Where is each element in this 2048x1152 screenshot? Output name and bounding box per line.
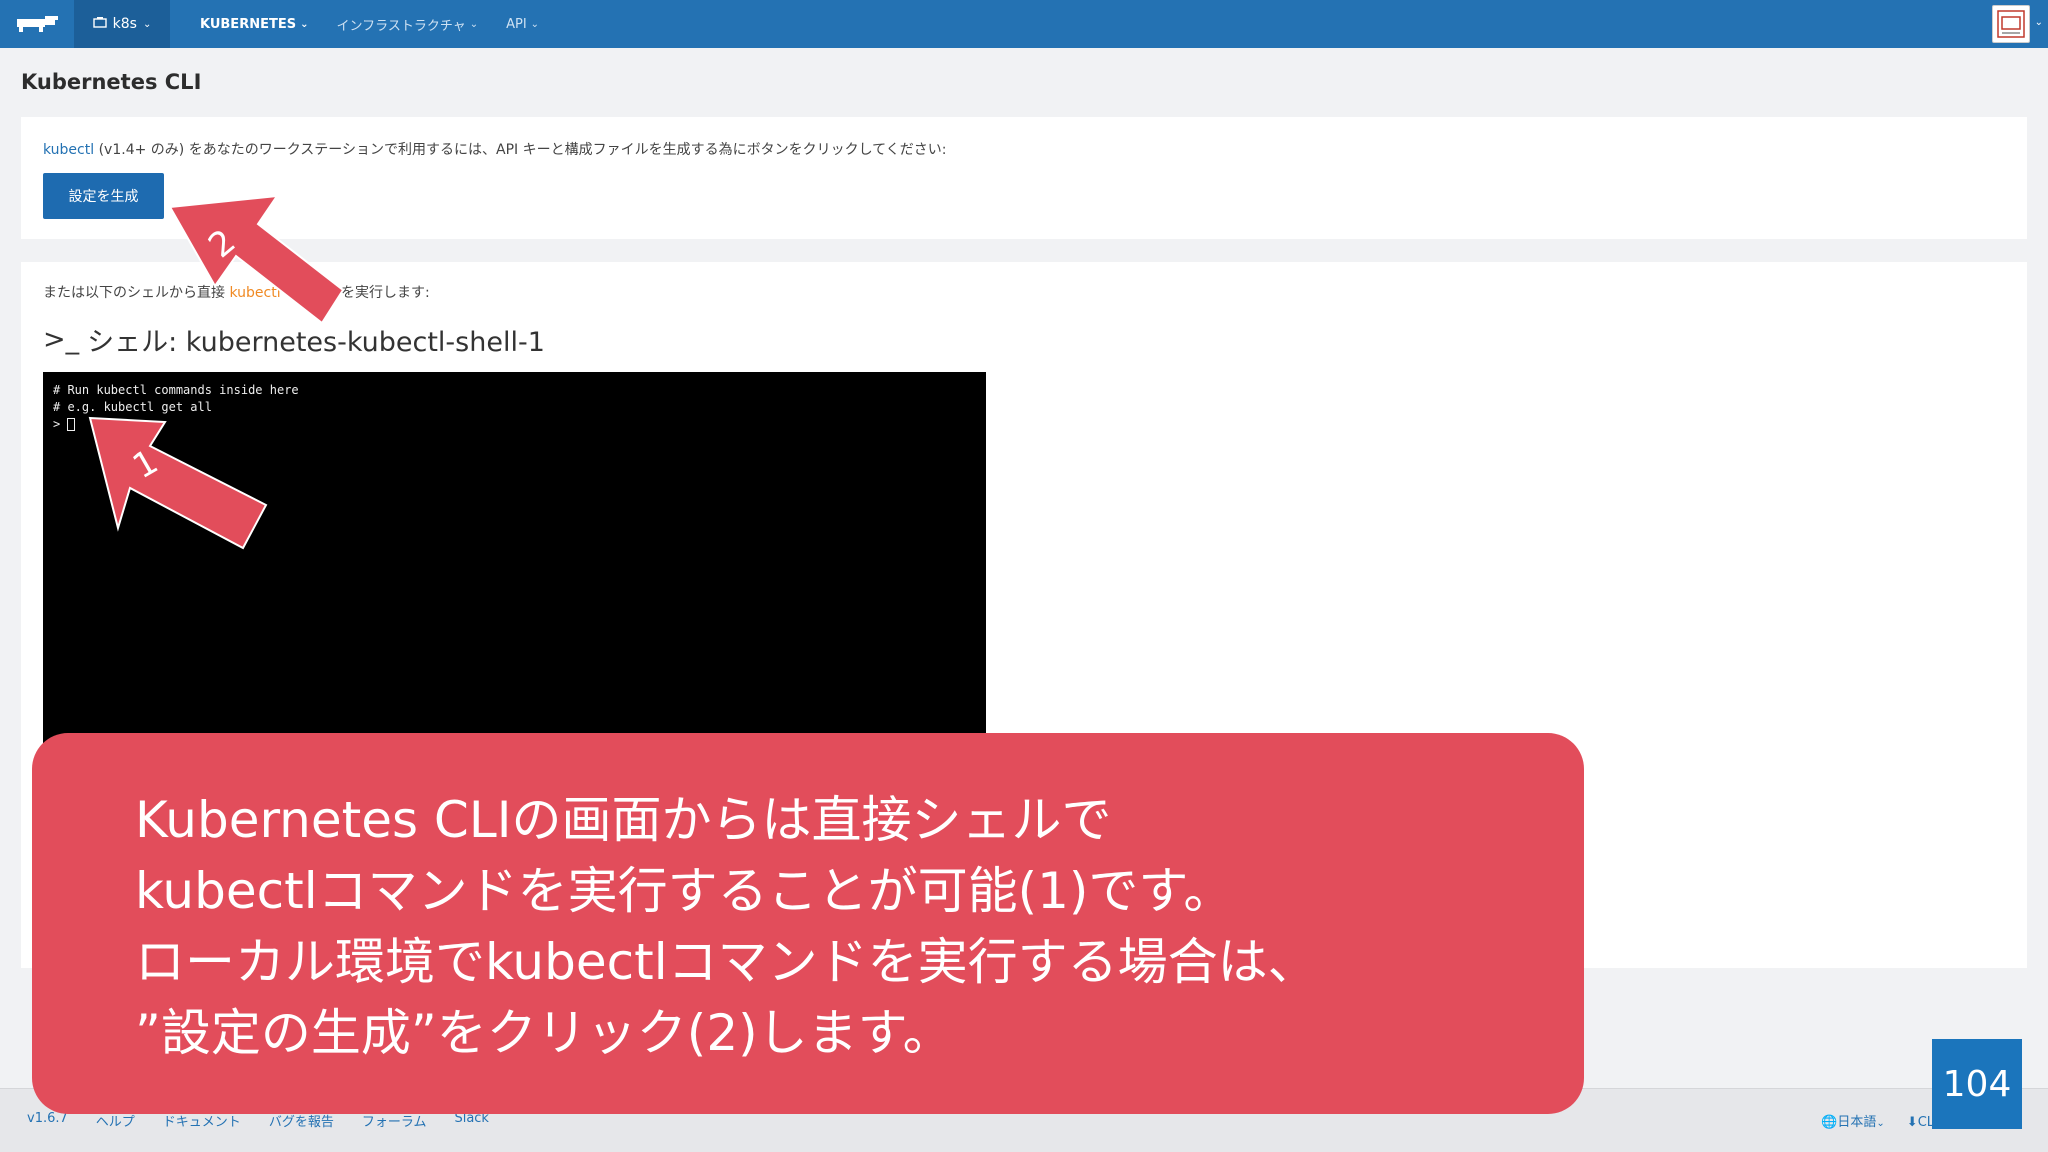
slide-page-number: 104: [1932, 1039, 2022, 1129]
callout-line: Kubernetes CLIの画面からは直接シェルで: [135, 791, 1112, 849]
callout-line: kubectlコマンドを実行することが可能(1)です。: [135, 862, 1234, 920]
annotation-arrow-1: [88, 416, 268, 550]
callout-line: ”設定の生成”をクリック(2)します。: [135, 1004, 953, 1062]
callout-line: ローカル環境でkubectlコマンドを実行する場合は、: [135, 933, 1318, 991]
explanation-callout: Kubernetes CLIの画面からは直接シェルで kubectlコマンドを実…: [32, 733, 1584, 1114]
annotation-arrow-2: [168, 194, 345, 325]
